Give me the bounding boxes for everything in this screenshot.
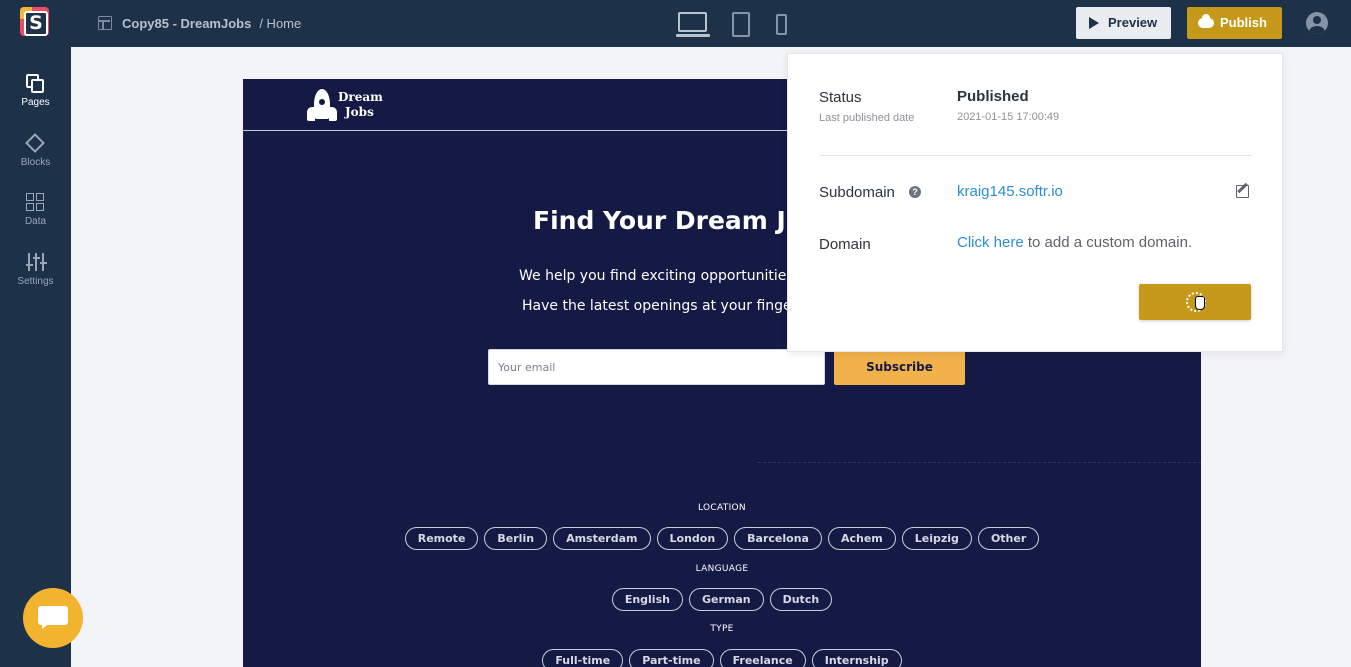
chip-barcelona[interactable]: Barcelona — [734, 527, 822, 550]
breadcrumb: Copy85 - DreamJobs / Home — [122, 16, 301, 31]
tablet-icon[interactable] — [732, 12, 750, 37]
layout-icon — [98, 16, 112, 30]
published-date: 2021-01-15 17:00:49 — [957, 111, 1059, 123]
chip-internship[interactable]: Internship — [812, 649, 902, 667]
mobile-icon[interactable] — [776, 14, 787, 35]
subscribe-button[interactable]: Subscribe — [834, 349, 965, 385]
chip-other[interactable]: Other — [978, 527, 1039, 550]
data-icon — [26, 193, 45, 212]
softr-logo-icon[interactable]: S — [20, 7, 49, 36]
sidebar-item-settings[interactable]: Settings — [0, 253, 71, 303]
chip-achem[interactable]: Achem — [828, 527, 896, 550]
filter-title-language: LANGUAGE — [243, 564, 1201, 574]
chip-london[interactable]: London — [657, 527, 729, 550]
site-brand: Dream Jobs — [338, 90, 383, 120]
domain-hint: to add a custom domain. — [1024, 234, 1192, 251]
chip-amsterdam[interactable]: Amsterdam — [553, 527, 650, 550]
hero-title: Find Your Dream Jo — [533, 206, 803, 235]
sidebar-item-label: Pages — [0, 97, 71, 108]
publish-confirm-button[interactable] — [1139, 284, 1251, 320]
chip-english[interactable]: English — [612, 588, 683, 611]
hand-cursor-icon — [1195, 296, 1205, 310]
chip-freelance[interactable]: Freelance — [720, 649, 806, 667]
last-published-label: Last published date — [819, 112, 914, 124]
sidebar-item-data[interactable]: Data — [0, 193, 71, 243]
language-chips: English German Dutch — [243, 588, 1201, 611]
filter-title-location: LOCATION — [243, 503, 1201, 513]
domain-label: Domain — [819, 236, 871, 253]
brand-line1: Dream — [338, 90, 383, 105]
sidebar-item-label: Blocks — [0, 157, 71, 168]
sidebar-item-blocks[interactable]: Blocks — [0, 134, 71, 184]
desktop-icon[interactable] — [676, 10, 710, 38]
chat-bubble-button[interactable] — [23, 588, 83, 648]
top-bar: S Copy85 - DreamJobs / Home Preview Publi… — [0, 0, 1351, 47]
chip-full-time[interactable]: Full-time — [542, 649, 623, 667]
sidebar-item-pages[interactable]: Pages — [0, 74, 71, 124]
custom-domain-link[interactable]: Click here — [957, 234, 1024, 251]
chip-part-time[interactable]: Part-time — [629, 649, 713, 667]
hero-subtitle-2: Have the latest openings at your finge — [522, 298, 792, 314]
breadcrumb-project[interactable]: Copy85 - DreamJobs — [122, 16, 251, 31]
brand-line2: Jobs — [338, 105, 383, 120]
location-chips: Remote Berlin Amsterdam London Barcelona… — [243, 527, 1201, 550]
publish-button[interactable]: Publish — [1187, 7, 1282, 39]
publish-popover: Status Last published date Published 202… — [787, 53, 1283, 352]
status-value: Published — [957, 88, 1029, 105]
blocks-icon — [25, 133, 45, 153]
chip-berlin[interactable]: Berlin — [484, 527, 547, 550]
subdomain-label: Subdomain — [819, 184, 895, 201]
chip-leipzig[interactable]: Leipzig — [902, 527, 972, 550]
hero-subtitle-1: We help you find exciting opportunitie — [519, 268, 786, 284]
edit-icon[interactable] — [1236, 185, 1249, 198]
type-chips: Full-time Part-time Freelance Internship — [243, 649, 1201, 667]
chip-remote[interactable]: Remote — [405, 527, 479, 550]
status-label: Status — [819, 89, 862, 106]
sidebar-item-label: Settings — [0, 276, 71, 287]
filter-title-type: TYPE — [243, 624, 1201, 634]
preview-button[interactable]: Preview — [1076, 7, 1171, 39]
cloud-upload-icon — [1198, 18, 1214, 28]
chip-dutch[interactable]: Dutch — [770, 588, 833, 611]
popover-divider — [819, 155, 1252, 156]
user-avatar-icon[interactable] — [1306, 12, 1328, 34]
breadcrumb-page[interactable]: / Home — [259, 16, 301, 31]
preview-label: Preview — [1108, 15, 1157, 30]
help-icon[interactable]: ? — [909, 186, 921, 198]
subdomain-link[interactable]: kraig145.softr.io — [957, 183, 1063, 200]
sidebar-item-label: Data — [0, 216, 71, 227]
domain-text: Click here to add a custom domain. — [957, 234, 1192, 251]
chip-german[interactable]: German — [689, 588, 764, 611]
section-divider — [758, 462, 1201, 463]
rocket-logo-icon — [306, 89, 336, 122]
publish-label: Publish — [1220, 15, 1267, 30]
settings-icon — [26, 253, 46, 271]
play-icon — [1089, 17, 1099, 29]
email-input[interactable] — [488, 349, 825, 385]
sidebar: Pages Blocks Data Settings — [0, 47, 71, 667]
